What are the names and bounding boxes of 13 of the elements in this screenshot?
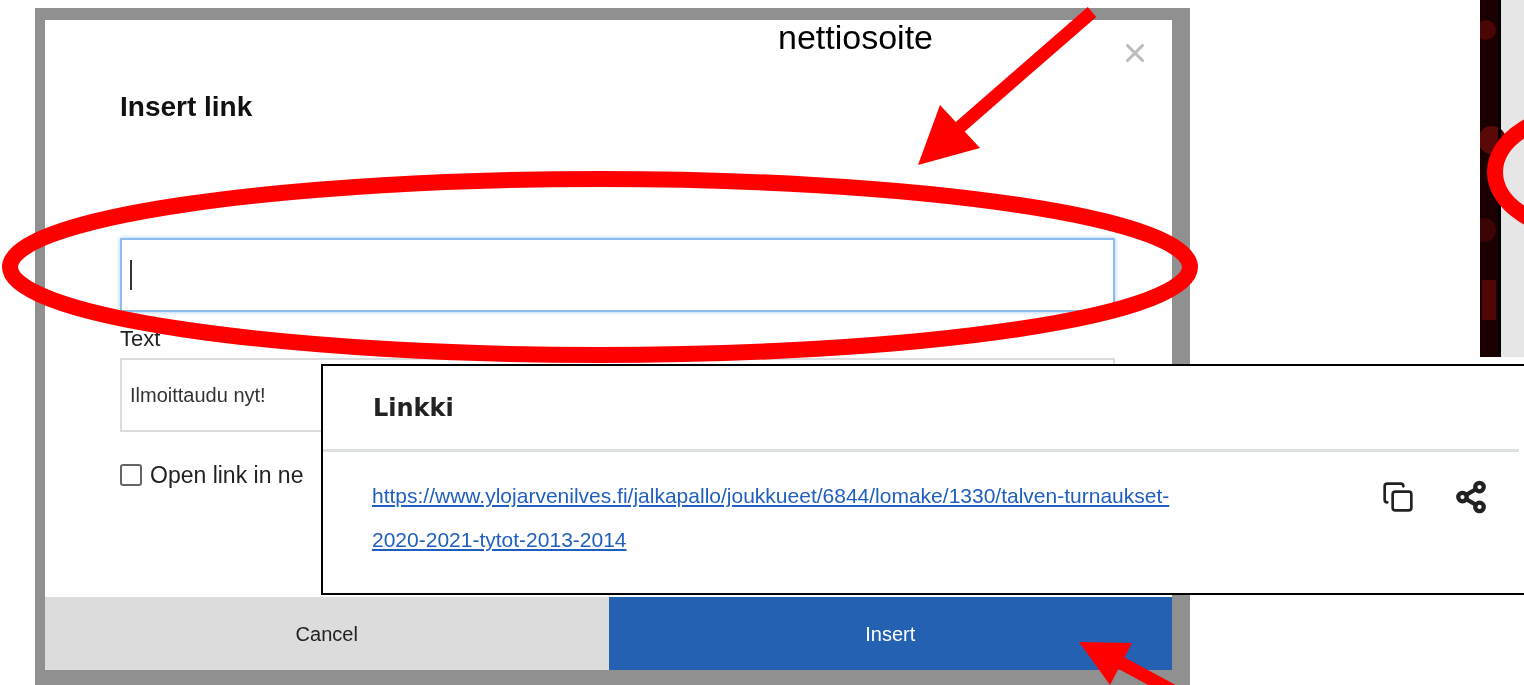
annotation-text: nettiosoite — [778, 17, 933, 58]
checkbox-label: Open link in ne — [150, 461, 304, 490]
checkbox[interactable] — [120, 464, 142, 487]
cancel-button[interactable]: Cancel — [45, 597, 609, 670]
link[interactable]: https://www.ylojarvenilves.fi/jalkapallo/joukkueet/6844/lomake/1330/talven-turnaukset- — [372, 474, 1170, 518]
share-icon[interactable] — [1454, 479, 1488, 515]
field-label: Text — [120, 326, 161, 352]
dialog-title: Insert link — [120, 90, 254, 124]
text-field[interactable] — [120, 238, 1115, 312]
link[interactable]: 2020-2021-tytot-2013-2014 — [372, 518, 627, 562]
insert-button[interactable]: Insert — [608, 597, 1172, 670]
copy-icon[interactable] — [1382, 480, 1414, 514]
popup-title: Linkki — [373, 392, 454, 424]
